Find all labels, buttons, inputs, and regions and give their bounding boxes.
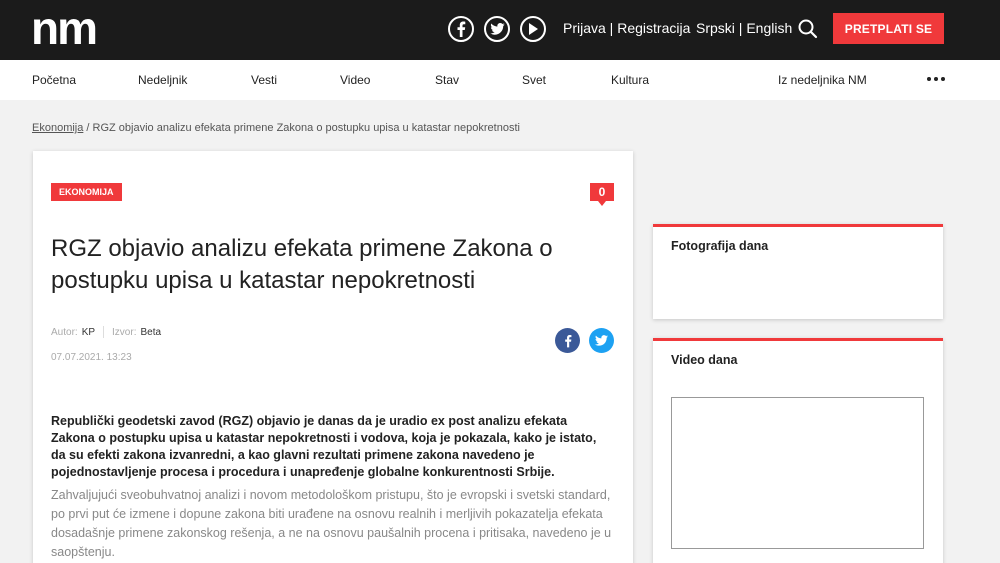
article-title: RGZ objavio analizu efekata primene Zako… [51,235,553,294]
author-label: Autor: [51,326,78,338]
source-name: Beta [140,326,162,338]
login-link[interactable]: Prijava [563,20,606,36]
twitter-icon [595,335,608,346]
lang-english[interactable]: English [746,20,792,36]
top-header: nm Prijava | Registracija Srpski | Engli… [0,0,1000,60]
category-badge[interactable]: EKONOMIJA [51,183,122,201]
video-widget-title: Video dana [671,353,738,367]
share-facebook-button[interactable] [555,328,580,353]
share-twitter-button[interactable] [589,328,614,353]
article-lead: Republički geodetski zavod (RGZ) objavio… [51,414,597,479]
nav-item-stav[interactable]: Stav [435,73,459,87]
meta-divider [103,326,105,338]
auth-links: Prijava | Registracija [563,20,690,36]
register-link[interactable]: Registracija [617,20,690,36]
lang-serbian[interactable]: Srpski [696,20,735,36]
subscribe-button[interactable]: PRETPLATI SE [833,13,944,44]
photo-widget-title: Fotografija dana [671,239,769,253]
facebook-icon[interactable] [448,16,474,42]
nav-item-svet[interactable]: Svet [522,73,546,87]
search-icon[interactable] [797,18,819,40]
main-nav: Početna Nedeljnik Vesti Video Stav Svet … [0,60,1000,100]
nm-logo[interactable]: nm [31,10,111,46]
breadcrumb-separator: / [83,122,93,134]
photo-of-the-day-widget: Fotografija dana [653,224,943,319]
nav-item-nedeljnik[interactable]: Nedeljnik [138,73,187,87]
article-meta: Autor: KP Izvor: Beta [51,326,161,338]
twitter-icon[interactable] [484,16,510,42]
breadcrumb-category-link[interactable]: Ekonomija [32,122,83,134]
breadcrumb: Ekonomija / RGZ objavio analizu efekata … [32,122,520,134]
nav-item-vesti[interactable]: Vesti [251,73,277,87]
auth-separator: | [605,20,618,36]
source-label: Izvor: [112,326,137,338]
article-card: EKONOMIJA 0 RGZ objavio analizu efekata … [33,151,633,563]
nav-item-video[interactable]: Video [340,73,370,87]
nav-item-kultura[interactable]: Kultura [611,73,649,87]
author-name[interactable]: KP [82,327,95,338]
nav-item-pocetna[interactable]: Početna [32,73,76,87]
more-dots-icon[interactable] [927,77,945,83]
publish-date: 07.07.2021. 13:23 [51,352,132,363]
lang-separator: | [734,20,747,36]
video-player[interactable] [671,397,924,549]
nav-item-iz-nedeljnika[interactable]: Iz nedeljnika NM [778,73,867,87]
facebook-icon [564,334,571,347]
video-of-the-day-widget: Video dana [653,338,943,563]
language-switcher: Srpski | English [696,20,792,36]
comment-count-badge[interactable]: 0 [590,183,614,206]
youtube-play-icon[interactable] [520,16,546,42]
article-body: Zahvaljujući sveobuhvatnoj analizi i nov… [51,488,612,559]
breadcrumb-current: RGZ objavio analizu efekata primene Zako… [92,122,520,134]
